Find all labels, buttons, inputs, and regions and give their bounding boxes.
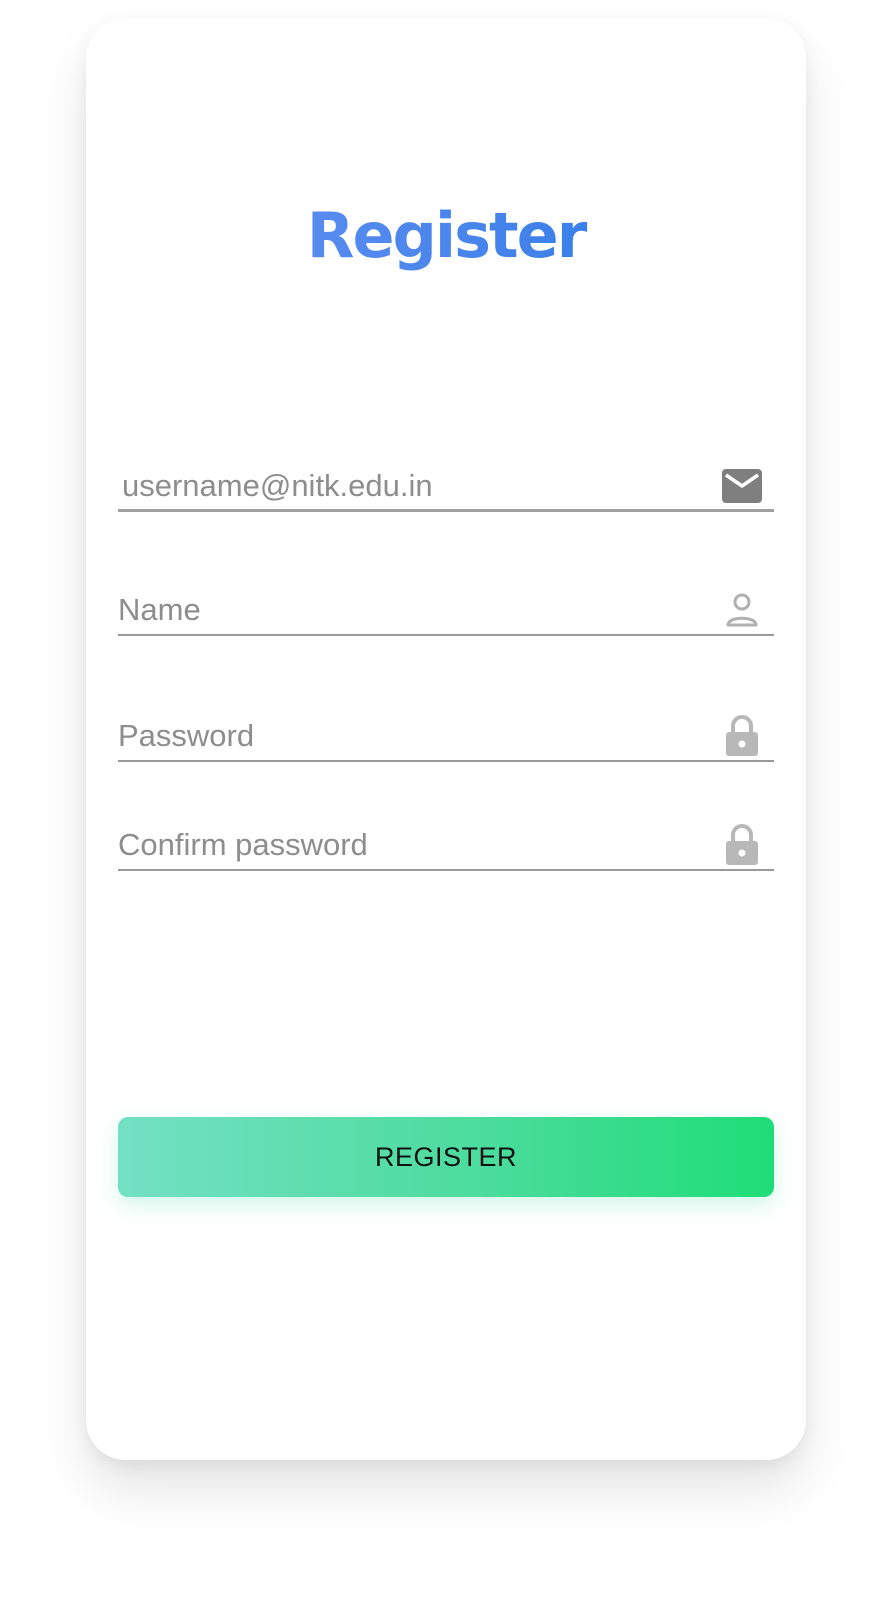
- confirm-password-field[interactable]: [118, 821, 698, 869]
- person-icon: [720, 588, 764, 632]
- email-underline: [118, 509, 774, 512]
- password-field[interactable]: [118, 712, 698, 760]
- password-field-container: [118, 712, 774, 762]
- name-field-container: [118, 586, 774, 636]
- name-field[interactable]: [118, 586, 698, 634]
- confirm-lock-icon: [720, 823, 764, 867]
- register-button[interactable]: REGISTER: [118, 1117, 774, 1197]
- confirm-password-field-container: [118, 821, 774, 871]
- confirm-password-underline: [118, 869, 774, 871]
- page-title: Register: [86, 196, 806, 276]
- mail-icon: [720, 464, 764, 508]
- email-field[interactable]: [122, 462, 702, 510]
- register-card: Register username@nitk.edu.in Name REGIS…: [86, 18, 806, 1460]
- name-underline: [118, 634, 774, 636]
- password-underline: [118, 760, 774, 762]
- lock-icon: [720, 714, 764, 758]
- email-field-container: [118, 462, 774, 512]
